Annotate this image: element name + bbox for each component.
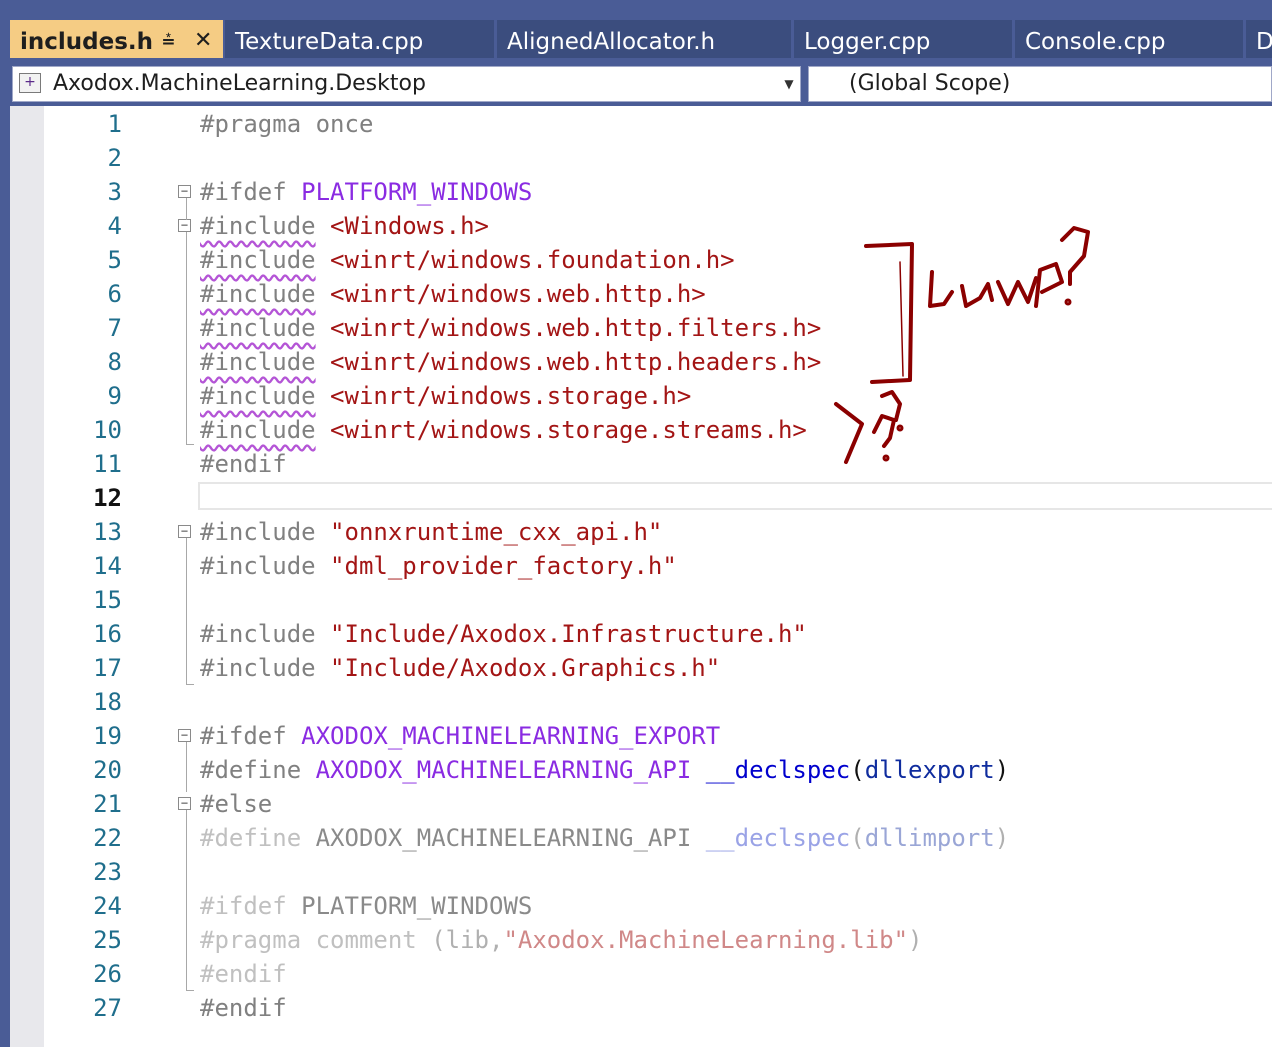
annotation-question-mark	[1060, 226, 1090, 286]
annotation-letter-j	[928, 270, 954, 308]
annotation-dot	[882, 454, 890, 462]
annotation-letter-u	[960, 282, 994, 308]
annotation-arrow	[834, 402, 864, 464]
annotation-bracket-rule	[899, 261, 904, 377]
annotation-question-mark	[872, 414, 896, 448]
annotation-letter-m	[996, 276, 1038, 306]
annotation-bracket	[864, 242, 914, 384]
handwritten-annotation	[834, 226, 1090, 464]
annotation-letter-p	[1034, 262, 1064, 308]
annotation-dot	[1064, 298, 1072, 306]
annotation-dot	[896, 424, 904, 432]
